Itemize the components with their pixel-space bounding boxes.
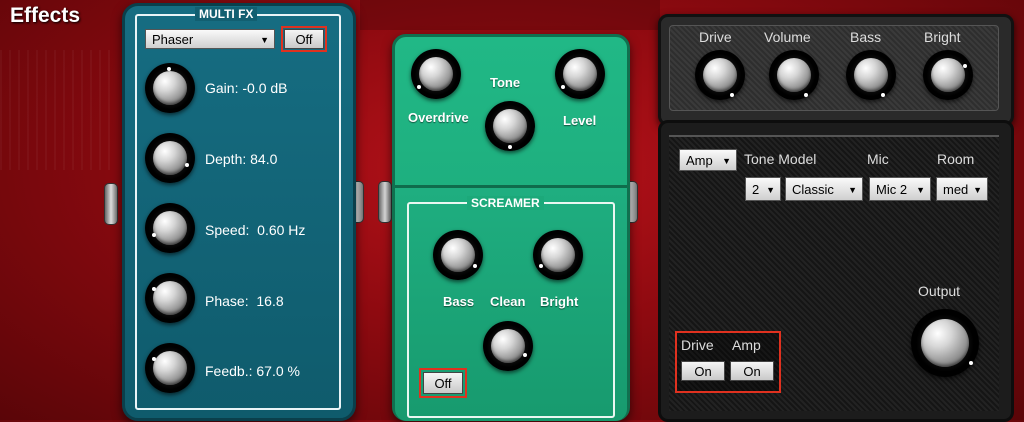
input-jack — [104, 183, 118, 225]
multi-fx-off-button[interactable]: Off — [284, 29, 324, 49]
amp-drive-label: Drive — [699, 29, 732, 45]
tone-model-label: Tone Model — [744, 151, 817, 167]
feedback-label: Feedb.: — [205, 363, 253, 379]
speed-value: 0.60 Hz — [257, 222, 306, 238]
bright-knob[interactable] — [533, 230, 583, 280]
bass-label: Bass — [443, 294, 475, 309]
phase-label: Phase: — [205, 293, 249, 309]
speed-param: Speed: 0.60 Hz — [205, 222, 305, 238]
room-select-value: med — [943, 182, 969, 197]
depth-knob[interactable] — [145, 133, 195, 183]
phase-value: 16.8 — [256, 293, 284, 309]
chevron-down-icon: ▼ — [973, 185, 982, 195]
amp-select[interactable]: Amp ▼ — [679, 149, 737, 171]
mic-label: Mic — [867, 151, 889, 167]
multi-fx-pedal: MULTI FX Phaser ▼ Off Gain: -0.0 dB Dept… — [122, 3, 356, 421]
chevron-down-icon: ▼ — [916, 185, 925, 195]
tone-number-select[interactable]: 2 ▼ — [745, 177, 781, 201]
depth-label: Depth: — [205, 151, 247, 167]
amp-select-value: Amp — [686, 153, 713, 168]
depth-param: Depth: 84.0 — [205, 151, 277, 167]
amp-bass-knob[interactable] — [846, 50, 896, 100]
phase-param: Phase: 16.8 — [205, 293, 284, 309]
screamer-label: SCREAMER — [467, 196, 544, 210]
amp-bright-knob[interactable] — [923, 50, 973, 100]
speed-label: Speed: — [205, 222, 250, 238]
amp-bright-label: Bright — [924, 29, 961, 45]
tone-model-select[interactable]: Classic ▼ — [785, 177, 863, 201]
clean-label: Clean — [490, 294, 526, 309]
screamer-lower-panel: SCREAMER Bass Clean Bright Off — [395, 185, 627, 421]
chevron-down-icon: ▼ — [722, 156, 731, 166]
output-label: Output — [918, 283, 961, 299]
amp-bass-label: Bass — [850, 29, 882, 45]
screamer-off-button[interactable]: Off — [423, 372, 463, 394]
overdrive-label: Overdrive — [408, 110, 469, 125]
amp-volume-label: Volume — [764, 29, 811, 45]
gain-label: Gain: — [205, 80, 239, 96]
tone-number-value: 2 — [752, 182, 760, 197]
tone-model-value: Classic — [792, 182, 834, 197]
feedback-knob[interactable] — [145, 343, 195, 393]
gain-value: -0.0 dB — [242, 80, 288, 96]
multi-fx-label: MULTI FX — [195, 7, 258, 21]
amp-volume-knob[interactable] — [769, 50, 819, 100]
chevron-down-icon: ▼ — [260, 35, 269, 45]
mic-select[interactable]: Mic 2 ▼ — [869, 177, 931, 201]
drive-on-button[interactable]: On — [681, 361, 725, 381]
depth-value: 84.0 — [250, 151, 278, 167]
bright-label: Bright — [540, 294, 579, 309]
tone-label: Tone — [490, 75, 521, 90]
level-label: Level — [563, 113, 597, 128]
room-label: Room — [937, 151, 975, 167]
effect-select-value: Phaser — [152, 32, 194, 47]
mic-select-value: Mic 2 — [876, 182, 908, 197]
gain-param: Gain: -0.0 dB — [205, 80, 288, 96]
amp-on-button[interactable]: On — [730, 361, 774, 381]
bass-knob[interactable] — [433, 230, 483, 280]
speed-knob[interactable] — [145, 203, 195, 253]
tone-knob[interactable] — [485, 101, 535, 151]
background-guitar-decoration — [0, 50, 110, 170]
phase-knob[interactable] — [145, 273, 195, 323]
gain-knob[interactable] — [145, 63, 195, 113]
link-jack-right — [378, 181, 392, 223]
effect-select[interactable]: Phaser ▼ — [145, 29, 275, 49]
drive-toggle-label: Drive — [681, 337, 714, 353]
chevron-down-icon: ▼ — [848, 185, 857, 195]
amp-cabinet: Amp ▼ Tone Model Mic Room 2 ▼ Classic ▼ … — [658, 120, 1014, 422]
background-bar — [360, 0, 660, 30]
feedback-param: Feedb.: 67.0 % — [205, 363, 300, 379]
page-title: Effects — [10, 4, 81, 27]
chevron-down-icon: ▼ — [766, 185, 775, 195]
amp-head: Drive Volume Bass Bright — [658, 14, 1014, 126]
clean-knob[interactable] — [483, 321, 533, 371]
amp-drive-knob[interactable] — [695, 50, 745, 100]
room-select[interactable]: med ▼ — [936, 177, 988, 201]
level-knob[interactable] — [555, 49, 605, 99]
amp-toggle-label: Amp — [732, 337, 761, 353]
feedback-value: 67.0 % — [256, 363, 300, 379]
output-knob[interactable] — [911, 309, 979, 377]
overdrive-knob[interactable] — [411, 49, 461, 99]
screamer-pedal: Overdrive Tone Level SCREAMER Bass Clean… — [392, 34, 630, 421]
